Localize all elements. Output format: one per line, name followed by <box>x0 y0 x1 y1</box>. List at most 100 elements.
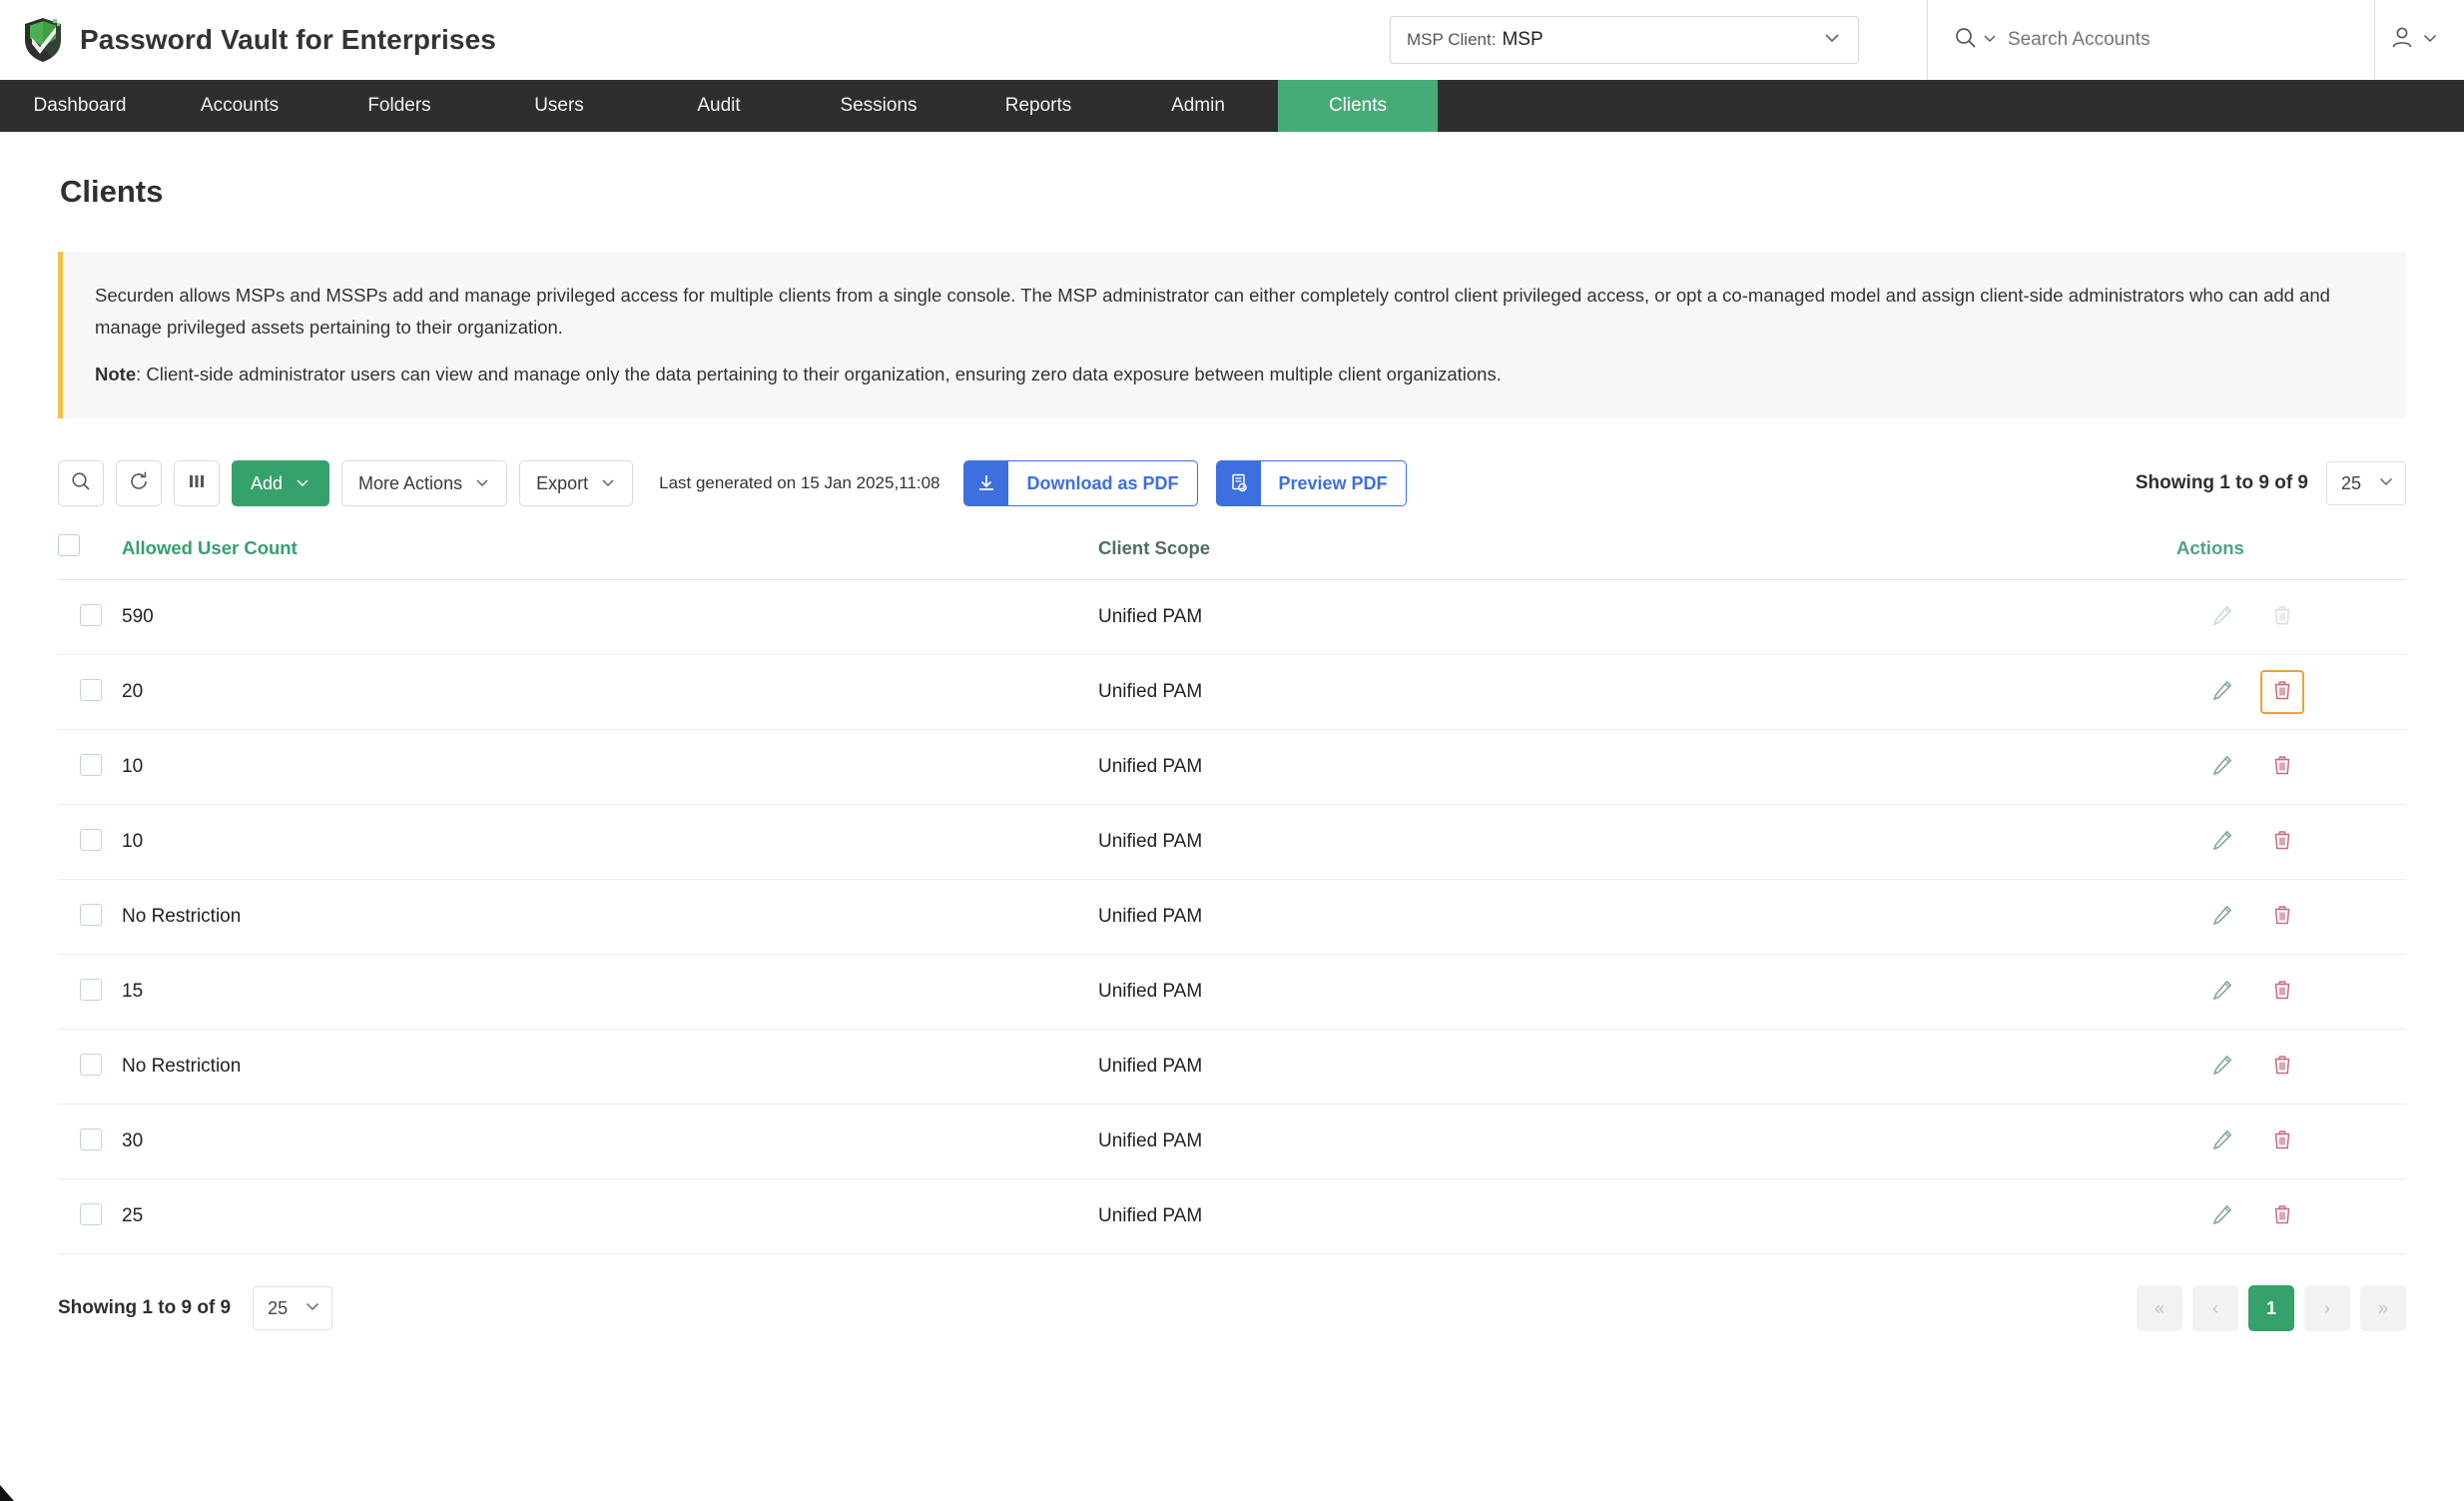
table-toolbar: Add More Actions Export Last generated o… <box>58 460 2406 507</box>
page-size-select-bottom[interactable]: 25 <box>253 1286 333 1331</box>
delete-row-button[interactable] <box>2260 1045 2304 1089</box>
column-header-client-scope[interactable]: Client Scope <box>1098 534 2176 581</box>
row-checkbox-cell <box>58 804 122 881</box>
columns-icon <box>187 471 207 496</box>
table-row[interactable]: 590 Unified PAM <box>58 579 2406 656</box>
main-navigation: Dashboard Accounts Folders Users Audit Sessio… <box>0 80 2464 132</box>
row-checkbox[interactable] <box>80 1202 102 1225</box>
toolbar-right-group: Showing 1 to 9 of 9 25 <box>2136 461 2406 506</box>
nav-item-sessions[interactable]: Sessions <box>799 80 958 132</box>
cell-allowed-user-count: 25 <box>122 1178 1098 1255</box>
table-row[interactable]: No Restriction Unified PAM <box>58 879 2406 956</box>
more-actions-button[interactable]: More Actions <box>341 460 508 507</box>
cell-actions <box>2176 579 2406 656</box>
delete-row-button[interactable] <box>2260 820 2304 864</box>
nav-item-audit[interactable]: Audit <box>639 80 799 132</box>
nav-item-clients[interactable]: Clients <box>1278 80 1438 132</box>
nav-item-reports[interactable]: Reports <box>958 80 1118 132</box>
delete-row-button[interactable] <box>2260 1194 2304 1238</box>
cell-client-scope: Unified PAM <box>1098 1178 2176 1255</box>
toolbar-search-button[interactable] <box>58 460 104 507</box>
download-as-pdf-label: Download as PDF <box>1026 472 1179 493</box>
first-page-button[interactable]: « <box>2137 1285 2182 1332</box>
table-row[interactable]: 25 Unified PAM <box>58 1178 2406 1255</box>
table-row[interactable]: No Restriction Unified PAM <box>58 1029 2406 1106</box>
pencil-icon <box>2210 678 2234 707</box>
add-button[interactable]: Add <box>232 460 330 507</box>
row-checkbox[interactable] <box>80 678 102 701</box>
search-scope-toggle[interactable] <box>1954 26 1998 55</box>
edit-row-button[interactable] <box>2200 1045 2244 1089</box>
nav-item-folders[interactable]: Folders <box>319 80 479 132</box>
delete-row-button[interactable] <box>2260 970 2304 1014</box>
delete-row-button[interactable] <box>2260 670 2304 715</box>
edit-row-button[interactable] <box>2200 1194 2244 1238</box>
row-checkbox[interactable] <box>80 1127 102 1150</box>
row-checkbox[interactable] <box>80 1053 102 1076</box>
edit-row-button[interactable] <box>2200 895 2244 939</box>
table-row[interactable]: 20 Unified PAM <box>58 654 2406 731</box>
user-menu-button[interactable] <box>2374 0 2464 80</box>
table-row[interactable]: 10 Unified PAM <box>58 804 2406 881</box>
nav-item-users[interactable]: Users <box>479 80 639 132</box>
delete-row-button[interactable] <box>2260 595 2304 639</box>
edit-row-button[interactable] <box>2200 745 2244 789</box>
msp-client-selector-wrap: MSP Client: MSP <box>1390 16 1859 64</box>
cell-actions <box>2176 729 2406 806</box>
delete-row-button[interactable] <box>2260 745 2304 789</box>
info-banner: Securden allows MSPs and MSSPs add and m… <box>58 252 2406 419</box>
row-actions <box>2176 1045 2406 1089</box>
delete-row-button[interactable] <box>2260 1120 2304 1163</box>
table-row[interactable]: 10 Unified PAM <box>58 729 2406 806</box>
chevron-down-icon <box>295 474 310 493</box>
nav-item-admin[interactable]: Admin <box>1118 80 1278 132</box>
last-page-button[interactable]: » <box>2360 1285 2406 1332</box>
column-header-allowed-user-count[interactable]: Allowed User Count <box>122 534 1098 581</box>
app-title: Password Vault for Enterprises <box>80 24 496 55</box>
row-checkbox[interactable] <box>80 603 102 626</box>
clients-table: Allowed User Count Client Scope Actions … <box>58 534 2406 1255</box>
document-preview-icon <box>1216 461 1261 506</box>
refresh-icon <box>128 470 150 497</box>
cell-actions <box>2176 804 2406 881</box>
edit-row-button[interactable] <box>2200 970 2244 1014</box>
trash-icon <box>2270 903 2294 932</box>
select-all-checkbox[interactable] <box>58 534 80 557</box>
next-page-button[interactable]: › <box>2304 1285 2350 1332</box>
download-as-pdf-button[interactable]: Download as PDF <box>963 460 1198 507</box>
edit-row-button[interactable] <box>2200 1120 2244 1163</box>
page-size-value-top: 25 <box>2341 472 2362 493</box>
trash-icon <box>2270 678 2294 707</box>
row-checkbox[interactable] <box>80 978 102 1001</box>
preview-pdf-button[interactable]: Preview PDF <box>1215 460 1407 507</box>
row-checkbox-cell <box>58 1104 122 1180</box>
chevron-down-icon <box>600 474 616 493</box>
nav-item-accounts[interactable]: Accounts <box>160 80 319 132</box>
user-icon <box>2389 25 2415 56</box>
row-checkbox[interactable] <box>80 828 102 851</box>
page-1-button[interactable]: 1 <box>2248 1285 2294 1332</box>
table-row[interactable]: 30 Unified PAM <box>58 1104 2406 1180</box>
msp-client-select[interactable]: MSP Client: MSP <box>1390 16 1859 64</box>
pencil-icon <box>2210 1127 2234 1156</box>
row-checkbox[interactable] <box>80 753 102 776</box>
cell-client-scope: Unified PAM <box>1098 879 2176 956</box>
edit-row-button[interactable] <box>2200 595 2244 639</box>
toolbar-refresh-button[interactable] <box>116 460 162 507</box>
toolbar-columns-button[interactable] <box>174 460 220 507</box>
search-accounts-input[interactable] <box>2008 29 2307 51</box>
export-button[interactable]: Export <box>519 460 634 507</box>
cursor-mark <box>0 1485 14 1501</box>
row-actions <box>2176 820 2406 864</box>
page-size-select-top[interactable]: 25 <box>2326 461 2406 506</box>
prev-page-button[interactable]: ‹ <box>2192 1285 2238 1332</box>
table-row[interactable]: 15 Unified PAM <box>58 954 2406 1031</box>
search-icon <box>70 470 92 497</box>
edit-row-button[interactable] <box>2200 820 2244 864</box>
nav-item-dashboard[interactable]: Dashboard <box>0 80 160 132</box>
msp-client-label: MSP Client: <box>1407 30 1497 49</box>
table-footer: Showing 1 to 9 of 9 25 «‹ 1 ›» <box>58 1285 2406 1370</box>
edit-row-button[interactable] <box>2200 670 2244 714</box>
row-checkbox[interactable] <box>80 903 102 926</box>
delete-row-button[interactable] <box>2260 895 2304 939</box>
